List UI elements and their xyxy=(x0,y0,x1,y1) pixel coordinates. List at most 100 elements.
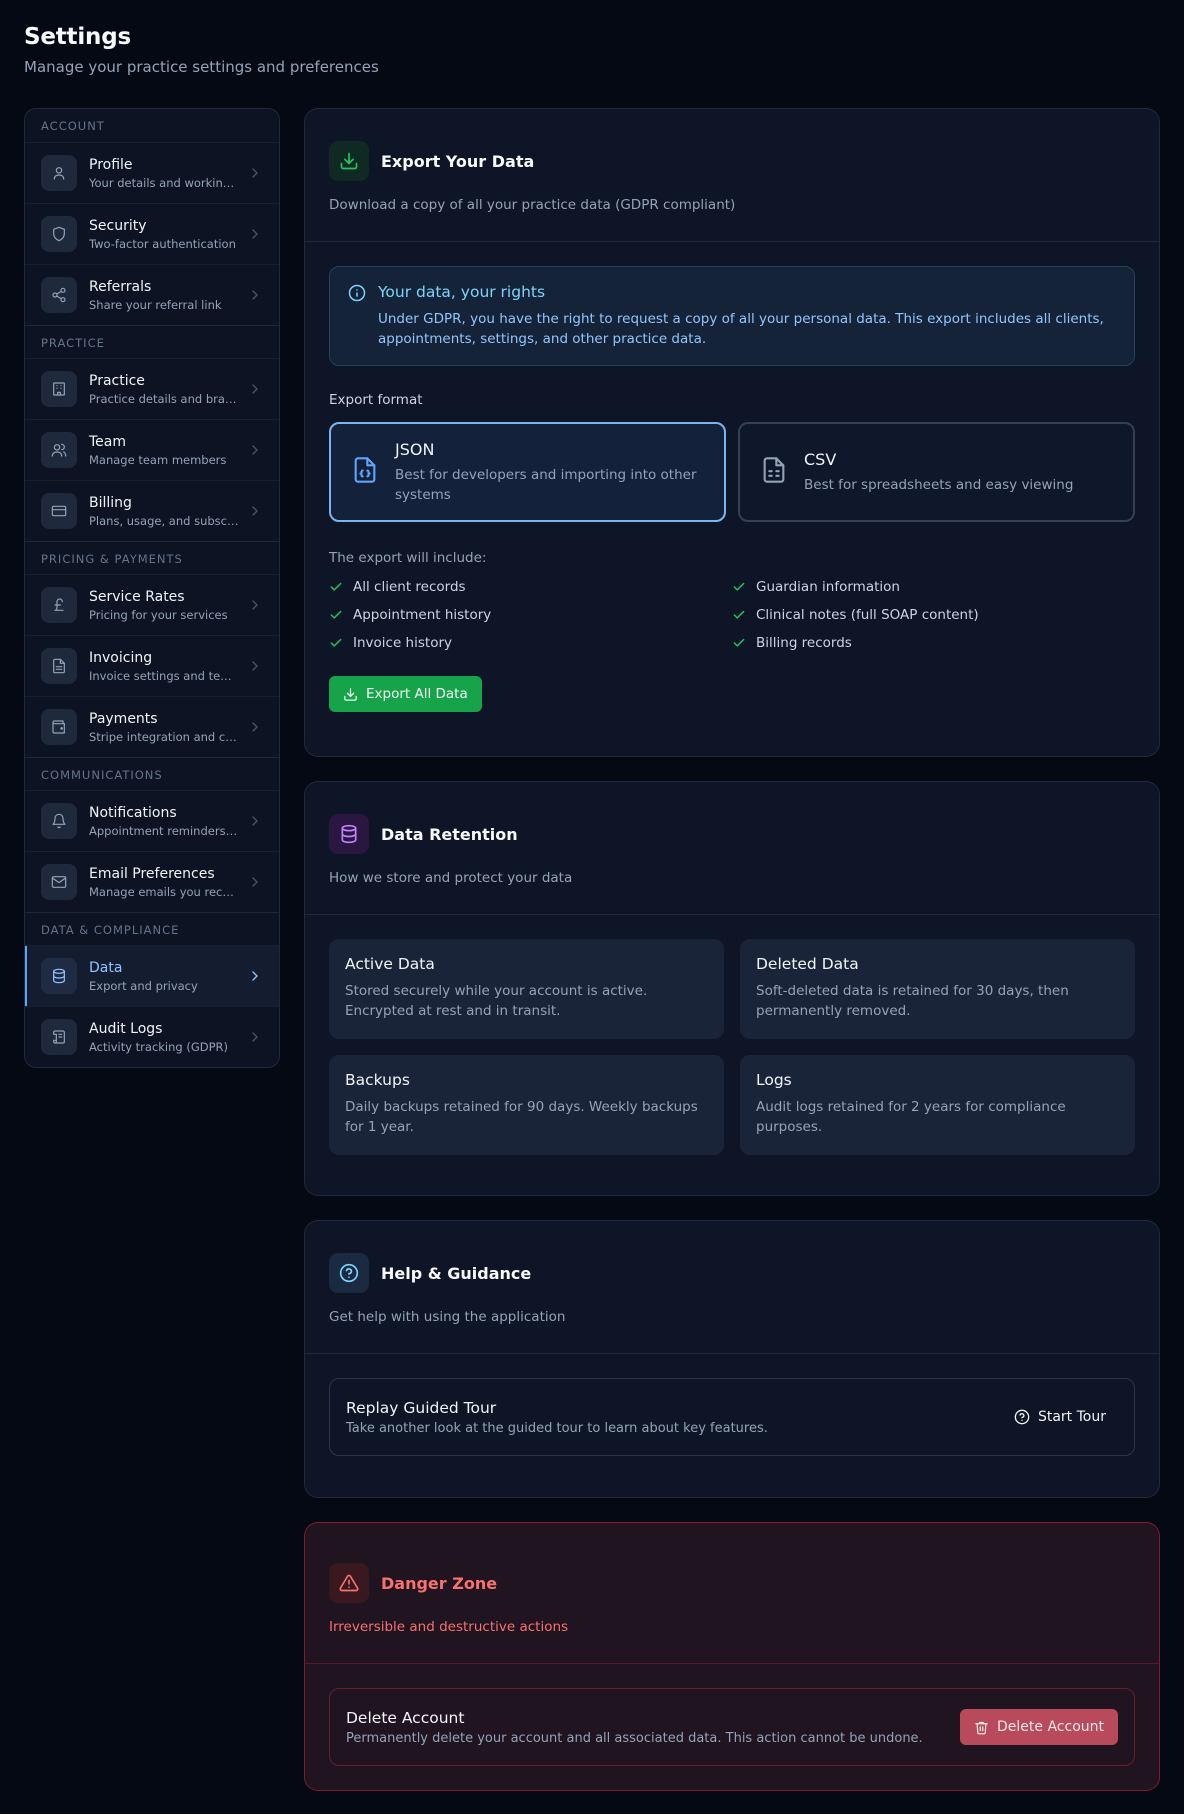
include-item: All client records xyxy=(329,578,732,596)
chevron-right-icon xyxy=(252,816,258,826)
info-icon xyxy=(348,284,366,349)
sidebar-item-subtitle: Plans, usage, and subscri... xyxy=(89,513,239,528)
share-icon xyxy=(41,277,77,313)
sidebar-item-email-preferences[interactable]: Email Preferences Manage emails you recei… xyxy=(25,851,279,912)
download-icon xyxy=(329,141,369,181)
format-desc-csv: Best for spreadsheets and easy viewing xyxy=(804,476,1074,493)
include-item: Guardian information xyxy=(732,578,1135,596)
start-tour-label: Start Tour xyxy=(1037,1409,1106,1425)
sidebar-item-label: Billing xyxy=(89,494,132,511)
retention-box-text: Audit logs retained for 2 years for comp… xyxy=(756,1099,1066,1135)
sidebar-item-data[interactable]: Data Export and privacy xyxy=(25,945,279,1006)
sidebar-item-billing[interactable]: Billing Plans, usage, and subscri... xyxy=(25,480,279,541)
sidebar-section-label: DATA & COMPLIANCE xyxy=(25,912,279,945)
include-item-label: Appointment history xyxy=(353,607,492,623)
include-item: Invoice history xyxy=(329,634,732,652)
info-title: Your data, your rights xyxy=(378,283,546,301)
building-icon xyxy=(41,371,77,407)
chevron-right-icon xyxy=(252,445,258,455)
sidebar-item-subtitle: Manage emails you receive xyxy=(89,884,239,899)
chevron-right-icon xyxy=(252,229,258,239)
retention-box-title: Logs xyxy=(756,1071,792,1089)
sidebar-item-referrals[interactable]: Referrals Share your referral link xyxy=(25,264,279,325)
sidebar-item-practice[interactable]: Practice Practice details and bran... xyxy=(25,358,279,419)
sidebar-item-subtitle: Export and privacy xyxy=(89,978,198,993)
sidebar-item-subtitle: Pricing for your services xyxy=(89,607,228,622)
export-card-description: Download a copy of all your practice dat… xyxy=(329,197,736,213)
export-card-header: Export Your Data Download a copy of all … xyxy=(305,109,1159,242)
export-card-title: Export Your Data xyxy=(381,151,535,171)
chevron-right-icon xyxy=(252,971,258,981)
credit-card-icon xyxy=(41,493,77,529)
sidebar-item-notifications[interactable]: Notifications Appointment reminders a... xyxy=(25,790,279,851)
delete-account-button[interactable]: Delete Account xyxy=(960,1709,1118,1745)
sidebar-item-payments[interactable]: Payments Stripe integration and car... xyxy=(25,696,279,757)
export-data-card: Export Your Data Download a copy of all … xyxy=(304,108,1160,757)
bell-icon xyxy=(41,803,77,839)
csv-file-icon xyxy=(760,455,788,489)
delete-account-label: Delete Account xyxy=(997,1719,1104,1735)
retention-box-title: Backups xyxy=(345,1071,410,1089)
sidebar-item-security[interactable]: Security Two-factor authentication xyxy=(25,203,279,264)
trash-icon xyxy=(975,1721,988,1734)
retention-box-active-data: Active Data Stored securely while your ac… xyxy=(329,939,724,1039)
export-all-data-button[interactable]: Export All Data xyxy=(329,676,482,712)
sidebar-section-label: ACCOUNT xyxy=(41,119,105,133)
include-label: The export will include: xyxy=(329,550,487,566)
page-subtitle: Manage your practice settings and prefer… xyxy=(24,58,379,76)
sidebar-item-subtitle: Your details and working ... xyxy=(89,175,239,190)
retention-box-backups: Backups Daily backups retained for 90 day… xyxy=(329,1055,724,1155)
include-item: Appointment history xyxy=(329,606,732,624)
mail-icon xyxy=(41,864,77,900)
check-icon xyxy=(733,582,745,591)
database-icon xyxy=(329,814,369,854)
include-item-label: Invoice history xyxy=(353,635,452,651)
format-option-csv[interactable]: CSV Best for spreadsheets and easy viewi… xyxy=(738,422,1135,522)
sidebar-item-subtitle: Share your referral link xyxy=(89,297,222,312)
format-option-json[interactable]: JSON Best for developers and importing i… xyxy=(329,422,726,522)
shield-icon xyxy=(41,216,77,252)
retention-box-title: Active Data xyxy=(345,955,435,973)
include-item-label: Guardian information xyxy=(756,579,900,595)
chevron-right-icon xyxy=(252,384,258,394)
file-text-icon xyxy=(41,648,77,684)
info-text: Under GDPR, you have the right to reques… xyxy=(378,311,1104,347)
user-icon xyxy=(41,155,77,191)
chevron-right-icon xyxy=(252,506,258,516)
sidebar-item-team[interactable]: Team Manage team members xyxy=(25,419,279,480)
sidebar-item-subtitle: Activity tracking (GDPR) xyxy=(89,1039,229,1054)
danger-card-description: Irreversible and destructive actions xyxy=(329,1619,569,1635)
sidebar-item-invoicing[interactable]: Invoicing Invoice settings and temp... xyxy=(25,635,279,696)
check-icon xyxy=(733,638,745,647)
sidebar-item-label: Team xyxy=(89,433,127,450)
sidebar-section-label: PRACTICE xyxy=(25,325,279,358)
chevron-right-icon xyxy=(252,661,258,671)
gdpr-info-box: Your data, your rights Under GDPR, you h… xyxy=(329,266,1135,366)
include-item-label: All client records xyxy=(353,579,466,595)
sidebar-item-label: Service Rates xyxy=(89,588,185,605)
danger-card-title: Danger Zone xyxy=(381,1573,498,1593)
sidebar-item-label: Security xyxy=(89,217,147,234)
settings-sidebar: ACCOUNT Profile Your details and working .… xyxy=(24,108,280,1068)
sidebar-item-label: Practice xyxy=(89,372,145,389)
sidebar-section-label: PRICING & PAYMENTS xyxy=(25,541,279,574)
format-title-json: JSON xyxy=(395,439,435,459)
retention-card-header: Data Retention How we store and protect … xyxy=(305,782,1159,915)
chevron-right-icon xyxy=(252,722,258,732)
guided-tour-description: Take another look at the guided tour to … xyxy=(346,1420,768,1436)
sidebar-item-label: Notifications xyxy=(89,804,177,821)
sidebar-item-service-rates[interactable]: Service Rates Pricing for your services xyxy=(25,574,279,635)
start-tour-button[interactable]: Start Tour xyxy=(1002,1399,1118,1435)
export-format-options: JSON Best for developers and importing i… xyxy=(329,422,1135,522)
retention-box-text: Daily backups retained for 90 days. Week… xyxy=(345,1099,698,1135)
sidebar-item-label: Referrals xyxy=(89,278,152,295)
retention-box-deleted-data: Deleted Data Soft-deleted data is retaine… xyxy=(740,939,1135,1039)
sidebar-item-subtitle: Appointment reminders a... xyxy=(89,823,239,838)
check-icon xyxy=(330,582,342,591)
format-desc-json: Best for developers and importing into o… xyxy=(395,466,697,503)
sidebar-item-profile[interactable]: Profile Your details and working ... xyxy=(25,142,279,203)
sidebar-item-audit-logs[interactable]: Audit Logs Activity tracking (GDPR) xyxy=(25,1006,279,1067)
help-guidance-card: Help & Guidance Get help with using the … xyxy=(304,1220,1160,1498)
retention-grid: Active Data Stored securely while your ac… xyxy=(329,939,1135,1155)
download-icon xyxy=(344,687,357,701)
